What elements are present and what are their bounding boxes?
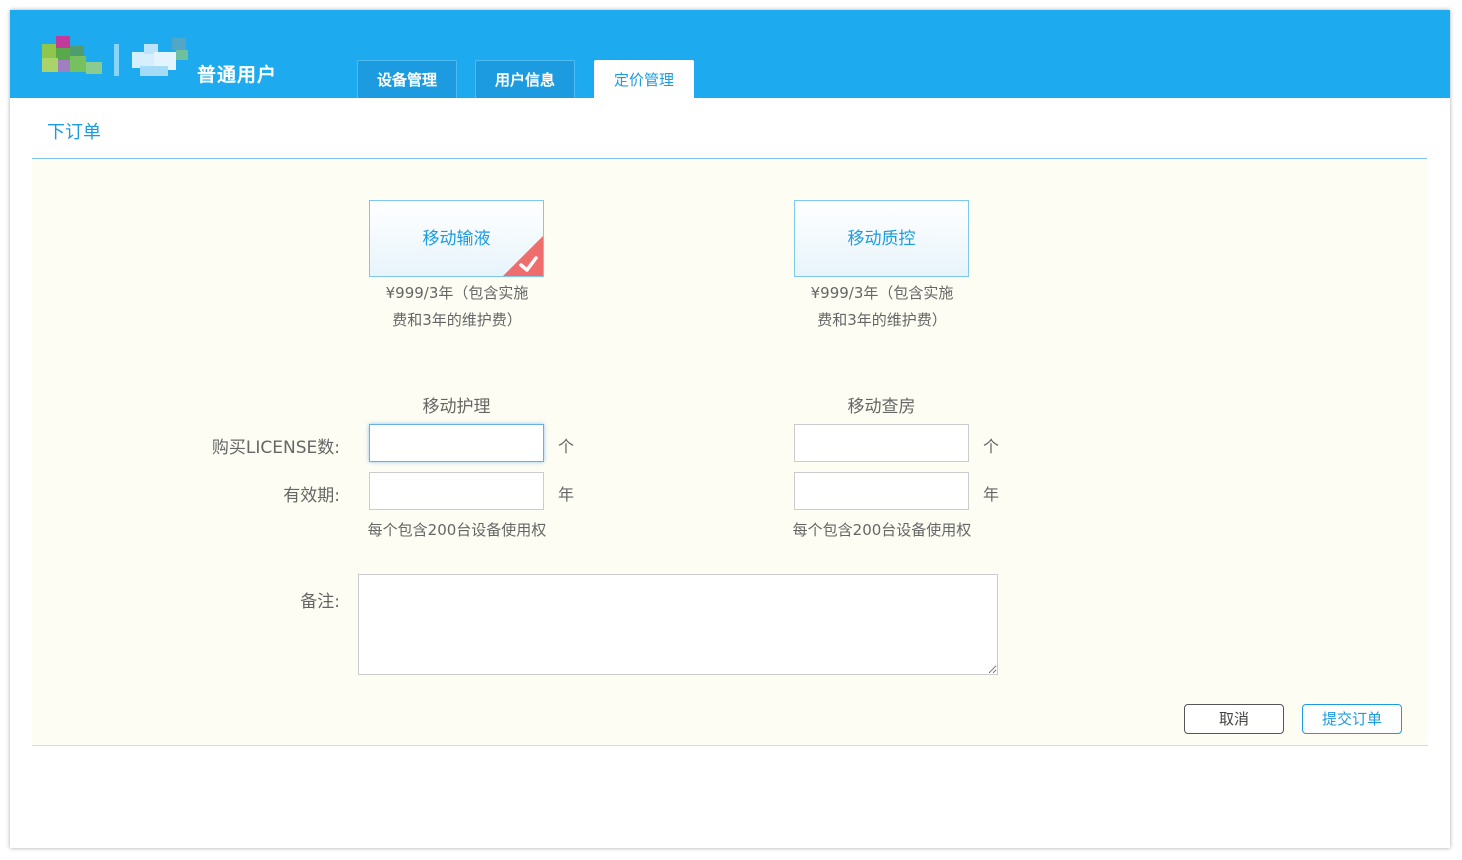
submit-order-button[interactable]: 提交订单 [1302,704,1402,734]
license-unit: 个 [983,437,1000,456]
product-price: ¥999/3年（包含实施 费和3年的维护费） [385,284,529,329]
remarks-label: 备注: [300,592,340,612]
validity-years-input-nursing[interactable] [369,472,544,510]
product-name: 移动输液 [422,229,491,249]
column-heading-mobile-ward-round: 移动查房 [847,397,916,417]
section-divider [32,158,1427,159]
tab-pricing-management[interactable]: 定价管理 [594,60,694,98]
license-count-input-ward-round[interactable] [794,424,969,462]
license-unit: 个 [558,437,575,456]
page-title: 下订单 [47,122,101,143]
cancel-button[interactable]: 取消 [1184,704,1284,734]
selected-check-icon [503,236,543,276]
column-heading-mobile-nursing: 移动护理 [422,397,491,417]
validity-years-input-ward-round[interactable] [794,472,969,510]
product-name: 移动质控 [847,229,916,249]
header-bar: 普通用户 设备管理 用户信息 定价管理 [10,10,1450,98]
device-allowance-note: 每个包含200台设备使用权 [367,521,547,539]
app-window: 普通用户 设备管理 用户信息 定价管理 下订单 移动输液 ¥999/3年（包含实… [10,10,1450,848]
product-card-mobile-infusion[interactable]: 移动输液 [369,200,544,277]
user-type-label: 普通用户 [197,64,278,86]
validity-label: 有效期: [283,486,340,506]
license-count-label: 购买LICENSE数: [211,438,340,458]
remarks-textarea[interactable] [358,574,998,675]
tab-device-management[interactable]: 设备管理 [357,60,457,98]
years-unit: 年 [558,485,575,504]
device-allowance-note: 每个包含200台设备使用权 [792,521,972,539]
product-card-mobile-quality-control[interactable]: 移动质控 [794,200,969,277]
order-panel: 移动输液 ¥999/3年（包含实施 费和3年的维护费） 移动质控 ¥999/3年… [32,160,1428,746]
tab-user-info[interactable]: 用户信息 [475,60,575,98]
years-unit: 年 [983,485,1000,504]
product-price: ¥999/3年（包含实施 费和3年的维护费） [810,284,954,329]
logo [40,22,190,78]
license-count-input-nursing[interactable] [369,424,544,462]
